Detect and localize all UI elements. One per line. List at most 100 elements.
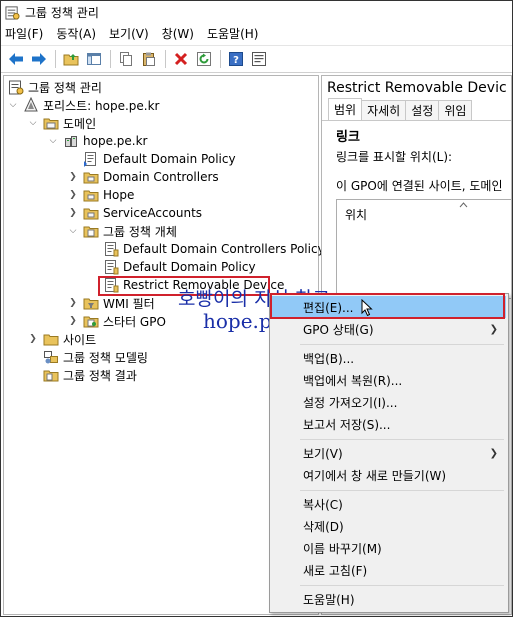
tab-scope-label: 범위 — [334, 103, 357, 117]
ou-folder-icon — [83, 208, 99, 220]
tree-label-gpo-ddc-policy: Default Domain Controllers Policy — [123, 242, 325, 256]
ctx-save-report[interactable]: 보고서 저장(S)... — [272, 413, 506, 435]
chevron-right-icon[interactable]: ❯ — [68, 208, 78, 218]
tree-label-domains: 도메인 — [63, 116, 97, 131]
chevron-right-icon[interactable]: ❯ — [68, 316, 78, 326]
tree-node-results[interactable]: 그룹 정책 결과 — [28, 366, 137, 384]
ctx-backup[interactable]: 백업(B)... — [272, 347, 506, 369]
links-display-label: 링크를 표시할 위치(L): — [336, 150, 453, 164]
paste-button[interactable] — [138, 48, 160, 70]
gpmc-root-icon — [9, 80, 24, 95]
chevron-right-icon[interactable]: ❯ — [68, 172, 78, 182]
tab-details[interactable]: 자세히 — [361, 100, 407, 120]
edit-item-highlight — [270, 293, 505, 319]
ctx-delete[interactable]: 삭제(D) — [272, 515, 506, 537]
chevron-down-icon[interactable]: ⌵ — [28, 118, 38, 128]
tab-scope[interactable]: 범위 — [328, 98, 363, 120]
tree-node-service-accounts[interactable]: ❯ ServiceAccounts — [68, 204, 202, 222]
sort-chevron-up-icon — [459, 202, 468, 208]
ctx-import-label: 설정 가져오기(I)... — [303, 395, 398, 410]
ctx-restore[interactable]: 백업에서 복원(R)... — [272, 369, 506, 391]
delete-button[interactable] — [170, 48, 192, 70]
window-title: 그룹 정책 관리 — [25, 5, 99, 20]
starter-gpo-folder-icon — [83, 316, 99, 328]
results-icon — [43, 370, 59, 382]
tree-node-starter-gpo[interactable]: ❯ 스타터 GPO — [68, 312, 166, 330]
tab-settings[interactable]: 설정 — [405, 100, 440, 120]
chevron-right-icon: ❯ — [489, 447, 498, 459]
menu-help[interactable]: 도움말(H) — [207, 25, 259, 42]
ctx-restore-label: 백업에서 복원(R)... — [303, 373, 403, 388]
tree-node-domain-controllers[interactable]: ❯ Domain Controllers — [68, 168, 218, 186]
ou-folder-icon — [83, 190, 99, 202]
tree-node-gpo-ddc-policy[interactable]: Default Domain Controllers Policy — [88, 240, 325, 258]
tree-label-sites: 사이트 — [63, 332, 97, 347]
copy-button[interactable] — [115, 48, 137, 70]
tab-underline — [322, 120, 511, 121]
ctx-import[interactable]: 설정 가져오기(I)... — [272, 391, 506, 413]
ctx-help[interactable]: 도움말(H) — [272, 588, 506, 610]
forward-icon — [32, 53, 46, 65]
help-button[interactable]: ? — [225, 48, 247, 70]
links-list[interactable]: 위치 — [336, 199, 511, 299]
tree-node-domain[interactable]: ⌵ hope.pe.kr — [48, 132, 148, 150]
ctx-help-label: 도움말(H) — [303, 592, 355, 607]
up-folder-button[interactable] — [60, 48, 82, 70]
copy-icon — [120, 52, 132, 66]
menu-separator — [300, 344, 504, 345]
ctx-copy[interactable]: 복사(C) — [272, 493, 506, 515]
tree-node-root[interactable]: 그룹 정책 관리 — [8, 78, 102, 96]
show-hide-tree-button[interactable] — [83, 48, 105, 70]
ctx-rename-label: 이름 바꾸기(M) — [303, 541, 382, 556]
ctx-new-window[interactable]: 여기에서 창 새로 만들기(W) — [272, 464, 506, 486]
mouse-cursor-icon — [361, 299, 373, 317]
chevron-right-icon[interactable]: ❯ — [68, 190, 78, 200]
tree-label-gpo-dd-policy: Default Domain Policy — [123, 260, 256, 274]
menu-bar: 파일(F) 동작(A) 보기(V) 창(W) 도움말(H) — [1, 23, 512, 43]
ctx-save-report-label: 보고서 저장(S)... — [303, 417, 391, 432]
tree-node-gpo-container[interactable]: ⌵ 그룹 정책 개체 — [68, 222, 177, 240]
tree-node-domains[interactable]: ⌵ 도메인 — [28, 114, 97, 132]
menu-separator — [300, 439, 504, 440]
chevron-down-icon[interactable]: ⌵ — [8, 100, 18, 110]
tree-node-gpo-dd-policy[interactable]: Default Domain Policy — [88, 258, 256, 276]
menu-file[interactable]: 파일(F) — [5, 25, 43, 42]
chevron-right-icon[interactable]: ❯ — [28, 334, 38, 344]
tree-node-default-domain-policy-link[interactable]: Default Domain Policy — [68, 150, 236, 168]
properties-button[interactable] — [248, 48, 270, 70]
column-location[interactable]: 위치 — [345, 206, 367, 223]
help-icon: ? — [229, 52, 243, 66]
tree-node-hope[interactable]: ❯ Hope — [68, 186, 134, 204]
tree-label-hope: Hope — [103, 188, 135, 202]
tree-node-modeling[interactable]: 그룹 정책 모델링 — [28, 348, 148, 366]
toolbar-separator — [55, 50, 56, 68]
gpo-folder-icon — [83, 226, 99, 238]
details-title: Restrict Removable Devic — [327, 80, 507, 96]
ctx-rename[interactable]: 이름 바꾸기(M) — [272, 537, 506, 559]
tab-delegation[interactable]: 위임 — [438, 100, 473, 120]
back-button[interactable] — [5, 48, 27, 70]
refresh-button[interactable] — [193, 48, 215, 70]
menu-action[interactable]: 동작(A) — [56, 25, 96, 42]
title-bar: 그룹 정책 관리 — [1, 1, 512, 23]
ctx-gpo-status[interactable]: GPO 상태(G) ❯ — [272, 318, 506, 340]
wmi-folder-icon — [83, 298, 99, 310]
tree-node-forest[interactable]: ⌵ 포리스트: hope.pe.kr — [8, 96, 159, 114]
links-heading: 링크 — [336, 130, 360, 145]
refresh-icon — [197, 52, 211, 66]
chevron-right-icon[interactable]: ❯ — [68, 298, 78, 308]
ctx-view[interactable]: 보기(V) ❯ — [272, 442, 506, 464]
tree-node-sites[interactable]: ❯ 사이트 — [28, 330, 96, 348]
tree-label-default-domain-policy: Default Domain Policy — [103, 152, 236, 166]
menu-separator — [300, 490, 504, 491]
menu-view[interactable]: 보기(V) — [109, 25, 149, 42]
chevron-down-icon[interactable]: ⌵ — [68, 226, 78, 236]
forward-button[interactable] — [28, 48, 50, 70]
chevron-down-icon[interactable]: ⌵ — [48, 136, 58, 146]
gpmc-app-icon — [5, 5, 20, 20]
ctx-view-label: 보기(V) — [303, 446, 343, 461]
menu-window[interactable]: 창(W) — [162, 25, 194, 42]
tree-node-wmi-filters[interactable]: ❯ WMI 필터 — [68, 294, 154, 312]
ctx-refresh[interactable]: 새로 고침(F) — [272, 559, 506, 581]
ctx-refresh-label: 새로 고침(F) — [303, 563, 368, 578]
